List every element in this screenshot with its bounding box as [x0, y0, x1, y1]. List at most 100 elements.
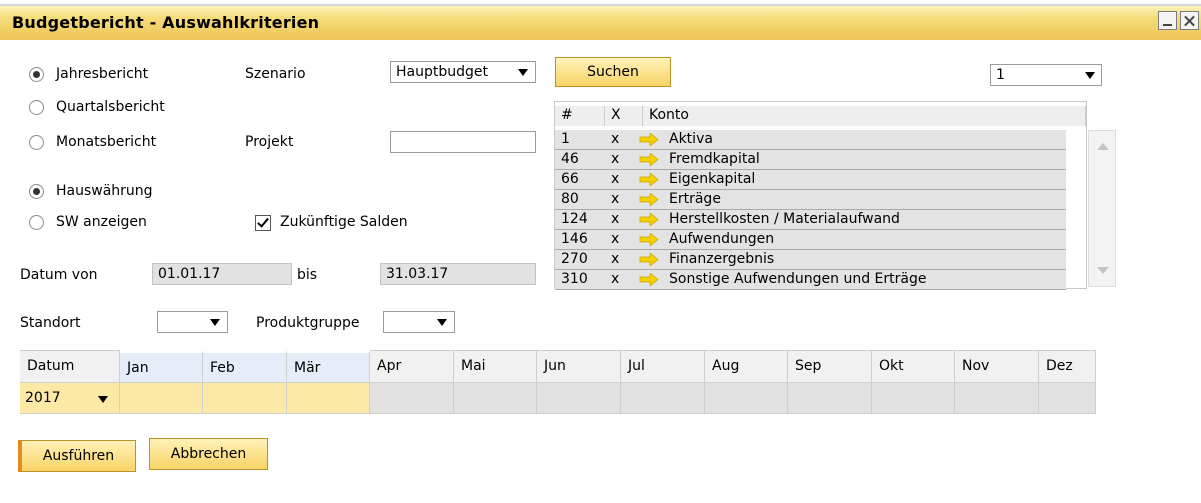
product-group-label: Produktgruppe — [256, 315, 360, 331]
radio-jahresbericht[interactable] — [29, 67, 44, 82]
month-header[interactable]: Aug — [705, 350, 788, 382]
month-header[interactable]: Nov — [955, 350, 1039, 382]
scenario-select[interactable]: Hauptbudget — [390, 61, 536, 83]
month-header[interactable]: Jul — [621, 350, 705, 382]
month-header[interactable]: Feb — [203, 350, 287, 382]
page-select[interactable]: 1 — [990, 64, 1102, 86]
date-from-field[interactable]: 01.01.17 — [152, 263, 292, 285]
month-cell[interactable] — [287, 382, 370, 414]
future-balances-label: Zukünftige Salden — [280, 214, 408, 230]
product-group-select[interactable] — [383, 311, 455, 333]
month-header[interactable]: Jun — [537, 350, 621, 382]
row-account-name: Aufwendungen — [669, 231, 775, 247]
row-account-name: Herstellkosten / Materialaufwand — [669, 211, 900, 227]
column-header-datum: Datum — [20, 350, 120, 382]
table-row[interactable]: 146 x Aufwendungen — [555, 230, 1066, 250]
column-header-x[interactable]: X — [605, 106, 643, 126]
month-cell[interactable] — [788, 382, 872, 414]
date-to-label: bis — [297, 267, 318, 283]
row-account-name: Erträge — [669, 191, 721, 207]
row-x: x — [611, 231, 620, 247]
month-cell[interactable] — [537, 382, 621, 414]
row-x: x — [611, 131, 620, 147]
yellow-arrow-icon[interactable] — [639, 273, 659, 286]
location-select[interactable] — [157, 311, 228, 333]
account-grid: # X Konto 1 x Aktiva 46 x Fremdkapital 6… — [554, 101, 1087, 290]
month-header[interactable]: Sep — [788, 350, 872, 382]
radio-hauswaehrung[interactable] — [29, 184, 44, 199]
column-header-konto[interactable]: Konto — [643, 106, 1086, 126]
account-grid-scrollbar[interactable] — [1088, 130, 1116, 287]
radio-sw-anzeigen[interactable] — [29, 215, 44, 230]
radio-label-sw-anzeigen: SW anzeigen — [56, 214, 147, 230]
row-number: 310 — [561, 271, 588, 287]
close-icon[interactable] — [1180, 11, 1199, 30]
minimize-icon[interactable] — [1158, 11, 1177, 30]
radio-label-hauswaehrung: Hauswährung — [56, 183, 153, 199]
month-header[interactable]: Mai — [454, 350, 537, 382]
table-row[interactable]: 270 x Finanzergebnis — [555, 250, 1066, 270]
dropdown-arrow-icon — [98, 396, 108, 403]
project-input[interactable] — [390, 131, 536, 153]
month-cell[interactable] — [1039, 382, 1096, 414]
row-x: x — [611, 151, 620, 167]
table-row[interactable]: 310 x Sonstige Aufwendungen und Erträge — [555, 270, 1066, 290]
page-select-value: 1 — [996, 67, 1005, 83]
yellow-arrow-icon[interactable] — [639, 233, 659, 246]
month-cell[interactable] — [955, 382, 1039, 414]
table-row[interactable]: 1 x Aktiva — [555, 130, 1066, 150]
row-number: 124 — [561, 211, 588, 227]
month-header[interactable]: Okt — [872, 350, 955, 382]
month-cell[interactable] — [705, 382, 788, 414]
radio-monatsbericht[interactable] — [29, 135, 44, 150]
row-number: 80 — [561, 191, 579, 207]
radio-quartalsbericht[interactable] — [29, 100, 44, 115]
table-row[interactable]: 66 x Eigenkapital — [555, 170, 1066, 190]
dropdown-arrow-icon — [210, 319, 220, 326]
table-row[interactable]: 80 x Erträge — [555, 190, 1066, 210]
radio-label-monatsbericht: Monatsbericht — [56, 134, 157, 150]
month-cell[interactable] — [454, 382, 537, 414]
location-label: Standort — [20, 315, 81, 331]
scenario-value: Hauptbudget — [396, 64, 488, 80]
search-button[interactable]: Suchen — [555, 57, 671, 87]
row-account-name: Sonstige Aufwendungen und Erträge — [669, 271, 927, 287]
row-x: x — [611, 211, 620, 227]
row-number: 146 — [561, 231, 588, 247]
month-header[interactable]: Mär — [287, 350, 370, 382]
row-number: 270 — [561, 251, 588, 267]
month-header[interactable]: Jan — [120, 350, 203, 382]
yellow-arrow-icon[interactable] — [639, 253, 659, 266]
month-cell[interactable] — [203, 382, 287, 414]
row-x: x — [611, 191, 620, 207]
row-account-name: Finanzergebnis — [669, 251, 775, 267]
row-x: x — [611, 251, 620, 267]
run-button[interactable]: Ausführen — [18, 440, 136, 472]
radio-label-quartalsbericht: Quartalsbericht — [56, 99, 165, 115]
month-header[interactable]: Dez — [1039, 350, 1096, 382]
date-to-field[interactable]: 31.03.17 — [380, 263, 536, 285]
yellow-arrow-icon[interactable] — [639, 133, 659, 146]
month-cell[interactable] — [370, 382, 454, 414]
row-number: 1 — [561, 131, 570, 147]
yellow-arrow-icon[interactable] — [639, 193, 659, 206]
yellow-arrow-icon[interactable] — [639, 173, 659, 186]
month-header[interactable]: Apr — [370, 350, 454, 382]
dropdown-arrow-icon — [1085, 72, 1095, 79]
yellow-arrow-icon[interactable] — [639, 153, 659, 166]
scroll-up-icon[interactable] — [1097, 143, 1109, 150]
column-header-number[interactable]: # — [555, 106, 605, 126]
future-balances-checkbox[interactable] — [255, 215, 271, 231]
radio-label-jahresbericht: Jahresbericht — [56, 66, 149, 82]
row-account-name: Fremdkapital — [669, 151, 760, 167]
year-select[interactable]: 2017 — [20, 382, 120, 414]
scroll-down-icon[interactable] — [1097, 267, 1109, 274]
cancel-button[interactable]: Abbrechen — [149, 438, 268, 470]
month-cell[interactable] — [120, 382, 203, 414]
table-row[interactable]: 46 x Fremdkapital — [555, 150, 1066, 170]
table-row[interactable]: 124 x Herstellkosten / Materialaufwand — [555, 210, 1066, 230]
period-grid: Datum Jan Feb Mär Apr Mai Jun Jul Aug Se… — [20, 350, 1096, 414]
month-cell[interactable] — [621, 382, 705, 414]
yellow-arrow-icon[interactable] — [639, 213, 659, 226]
month-cell[interactable] — [872, 382, 955, 414]
